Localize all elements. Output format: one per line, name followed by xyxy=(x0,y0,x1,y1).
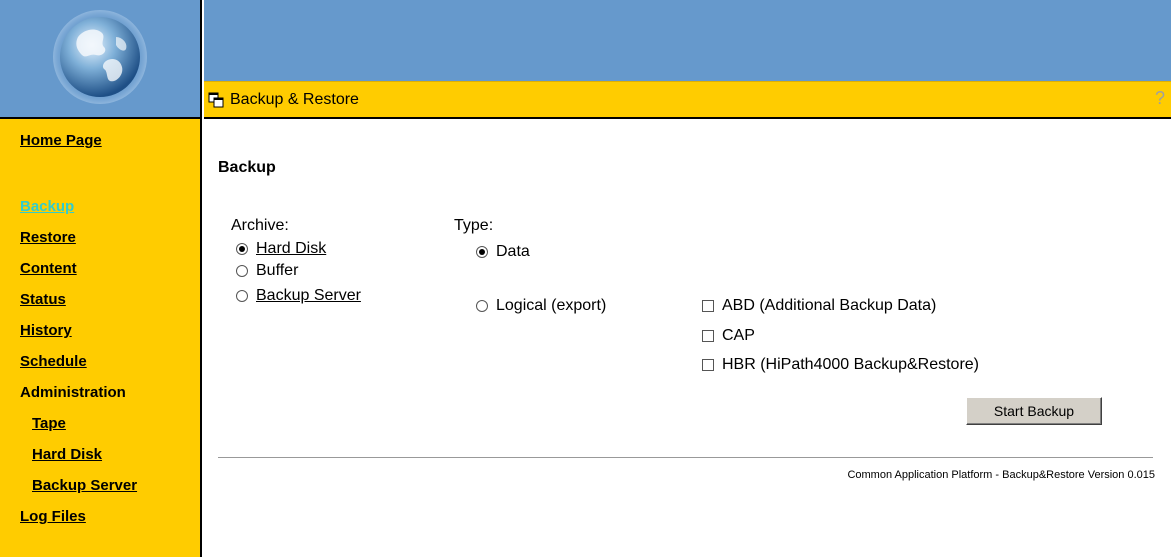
sidebar-nav: Home Page Backup Restore Content Status … xyxy=(0,117,202,557)
version-footer: Common Application Platform - Backup&Res… xyxy=(847,469,1155,481)
radio-unchecked-icon[interactable] xyxy=(476,300,488,312)
sidebar-item-status[interactable]: Status xyxy=(20,291,66,308)
type-label: Type: xyxy=(454,217,494,234)
archive-option-backup-server[interactable]: Backup Server xyxy=(236,287,361,305)
checkbox-hbr[interactable]: HBR (HiPath4000 Backup&Restore) xyxy=(702,356,979,374)
top-banner xyxy=(204,0,1171,81)
sidebar-item-history[interactable]: History xyxy=(20,322,72,339)
sidebar-section-administration: Administration xyxy=(20,384,126,401)
checkbox-icon[interactable] xyxy=(702,300,714,312)
app-window: Backup & Restore ? Home Page Backup Rest… xyxy=(0,0,1171,557)
window-icon xyxy=(208,92,224,107)
radio-unchecked-icon[interactable] xyxy=(236,290,248,302)
archive-option-label[interactable]: Buffer xyxy=(256,262,298,280)
checkbox-abd[interactable]: ABD (Additional Backup Data) xyxy=(702,297,936,315)
sidebar-item-log-files[interactable]: Log Files xyxy=(20,508,86,525)
sidebar-item-home-page[interactable]: Home Page xyxy=(20,132,102,149)
sidebar-item-backup-server[interactable]: Backup Server xyxy=(32,477,137,494)
divider xyxy=(218,457,1153,458)
archive-option-buffer[interactable]: Buffer xyxy=(236,262,298,280)
checkbox-label[interactable]: HBR (HiPath4000 Backup&Restore) xyxy=(722,356,979,374)
logo-panel xyxy=(0,0,202,117)
checkbox-label[interactable]: CAP xyxy=(722,327,755,345)
checkbox-cap[interactable]: CAP xyxy=(702,327,755,345)
page-title: Backup & Restore xyxy=(230,90,359,108)
section-heading: Backup xyxy=(218,159,276,176)
title-bar: Backup & Restore ? xyxy=(204,81,1171,117)
archive-label: Archive: xyxy=(231,217,289,234)
type-option-data[interactable]: Data xyxy=(476,243,530,261)
sidebar-item-tape[interactable]: Tape xyxy=(32,415,66,432)
main-content: Backup Archive: Hard Disk Buffer Backup … xyxy=(204,117,1171,557)
help-icon[interactable]: ? xyxy=(1155,88,1165,109)
type-option-label[interactable]: Logical (export) xyxy=(496,297,606,315)
radio-unchecked-icon[interactable] xyxy=(236,265,248,277)
sidebar-item-schedule[interactable]: Schedule xyxy=(20,353,87,370)
type-option-logical-export[interactable]: Logical (export) xyxy=(476,297,606,315)
archive-option-hard-disk[interactable]: Hard Disk xyxy=(236,240,326,258)
radio-checked-icon[interactable] xyxy=(236,243,248,255)
checkbox-label[interactable]: ABD (Additional Backup Data) xyxy=(722,297,936,315)
sidebar-item-backup[interactable]: Backup xyxy=(20,198,74,215)
checkbox-icon[interactable] xyxy=(702,330,714,342)
start-backup-button[interactable]: Start Backup xyxy=(966,397,1102,425)
sidebar-item-restore[interactable]: Restore xyxy=(20,229,76,246)
archive-option-label[interactable]: Backup Server xyxy=(256,287,361,305)
radio-checked-icon[interactable] xyxy=(476,246,488,258)
type-option-label[interactable]: Data xyxy=(496,243,530,261)
archive-option-label[interactable]: Hard Disk xyxy=(256,240,326,258)
sidebar-item-hard-disk[interactable]: Hard Disk xyxy=(32,446,102,463)
sidebar-item-content[interactable]: Content xyxy=(20,260,77,277)
checkbox-icon[interactable] xyxy=(702,359,714,371)
globe-logo-icon xyxy=(53,10,147,104)
